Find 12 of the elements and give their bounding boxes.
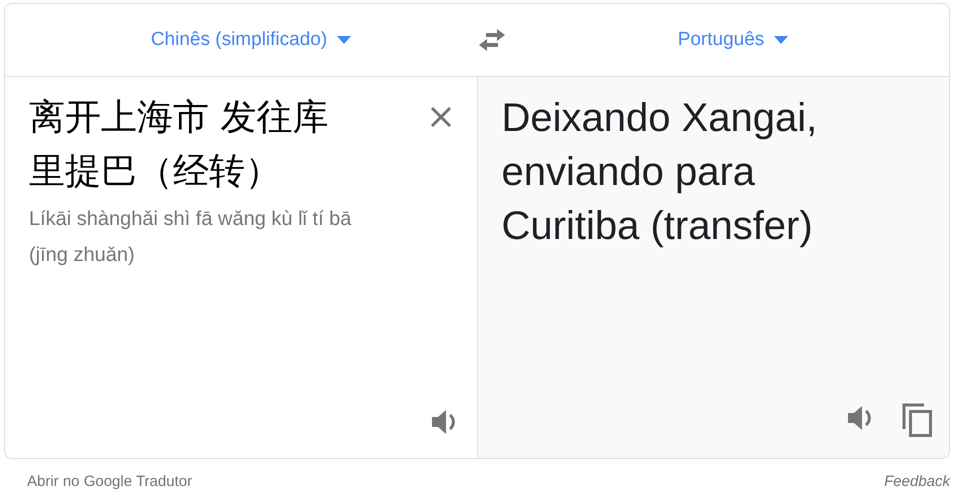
clear-icon[interactable]	[428, 105, 452, 129]
swap-icon[interactable]	[477, 28, 507, 52]
target-language-dropdown[interactable]: Português	[517, 29, 949, 51]
source-text: 离开上海市 发往库里提巴（经转）	[29, 96, 330, 194]
caret-icon	[774, 36, 788, 44]
caret-icon	[337, 36, 352, 44]
feedback-link[interactable]: Feedback	[884, 473, 950, 490]
translation-text: Deixando Xangai, enviando para Curitiba (transfer)	[502, 95, 818, 250]
copy-icon[interactable]	[901, 402, 933, 438]
romanization-text: Líkāi shànghǎi shì fā wǎng kù lǐ tí bā (jīng zhuǎn)	[29, 207, 352, 268]
source-language-dropdown[interactable]: Chinês (simplificado)	[5, 29, 467, 51]
open-translator-link[interactable]: Abrir no Google Tradutor	[27, 473, 192, 490]
